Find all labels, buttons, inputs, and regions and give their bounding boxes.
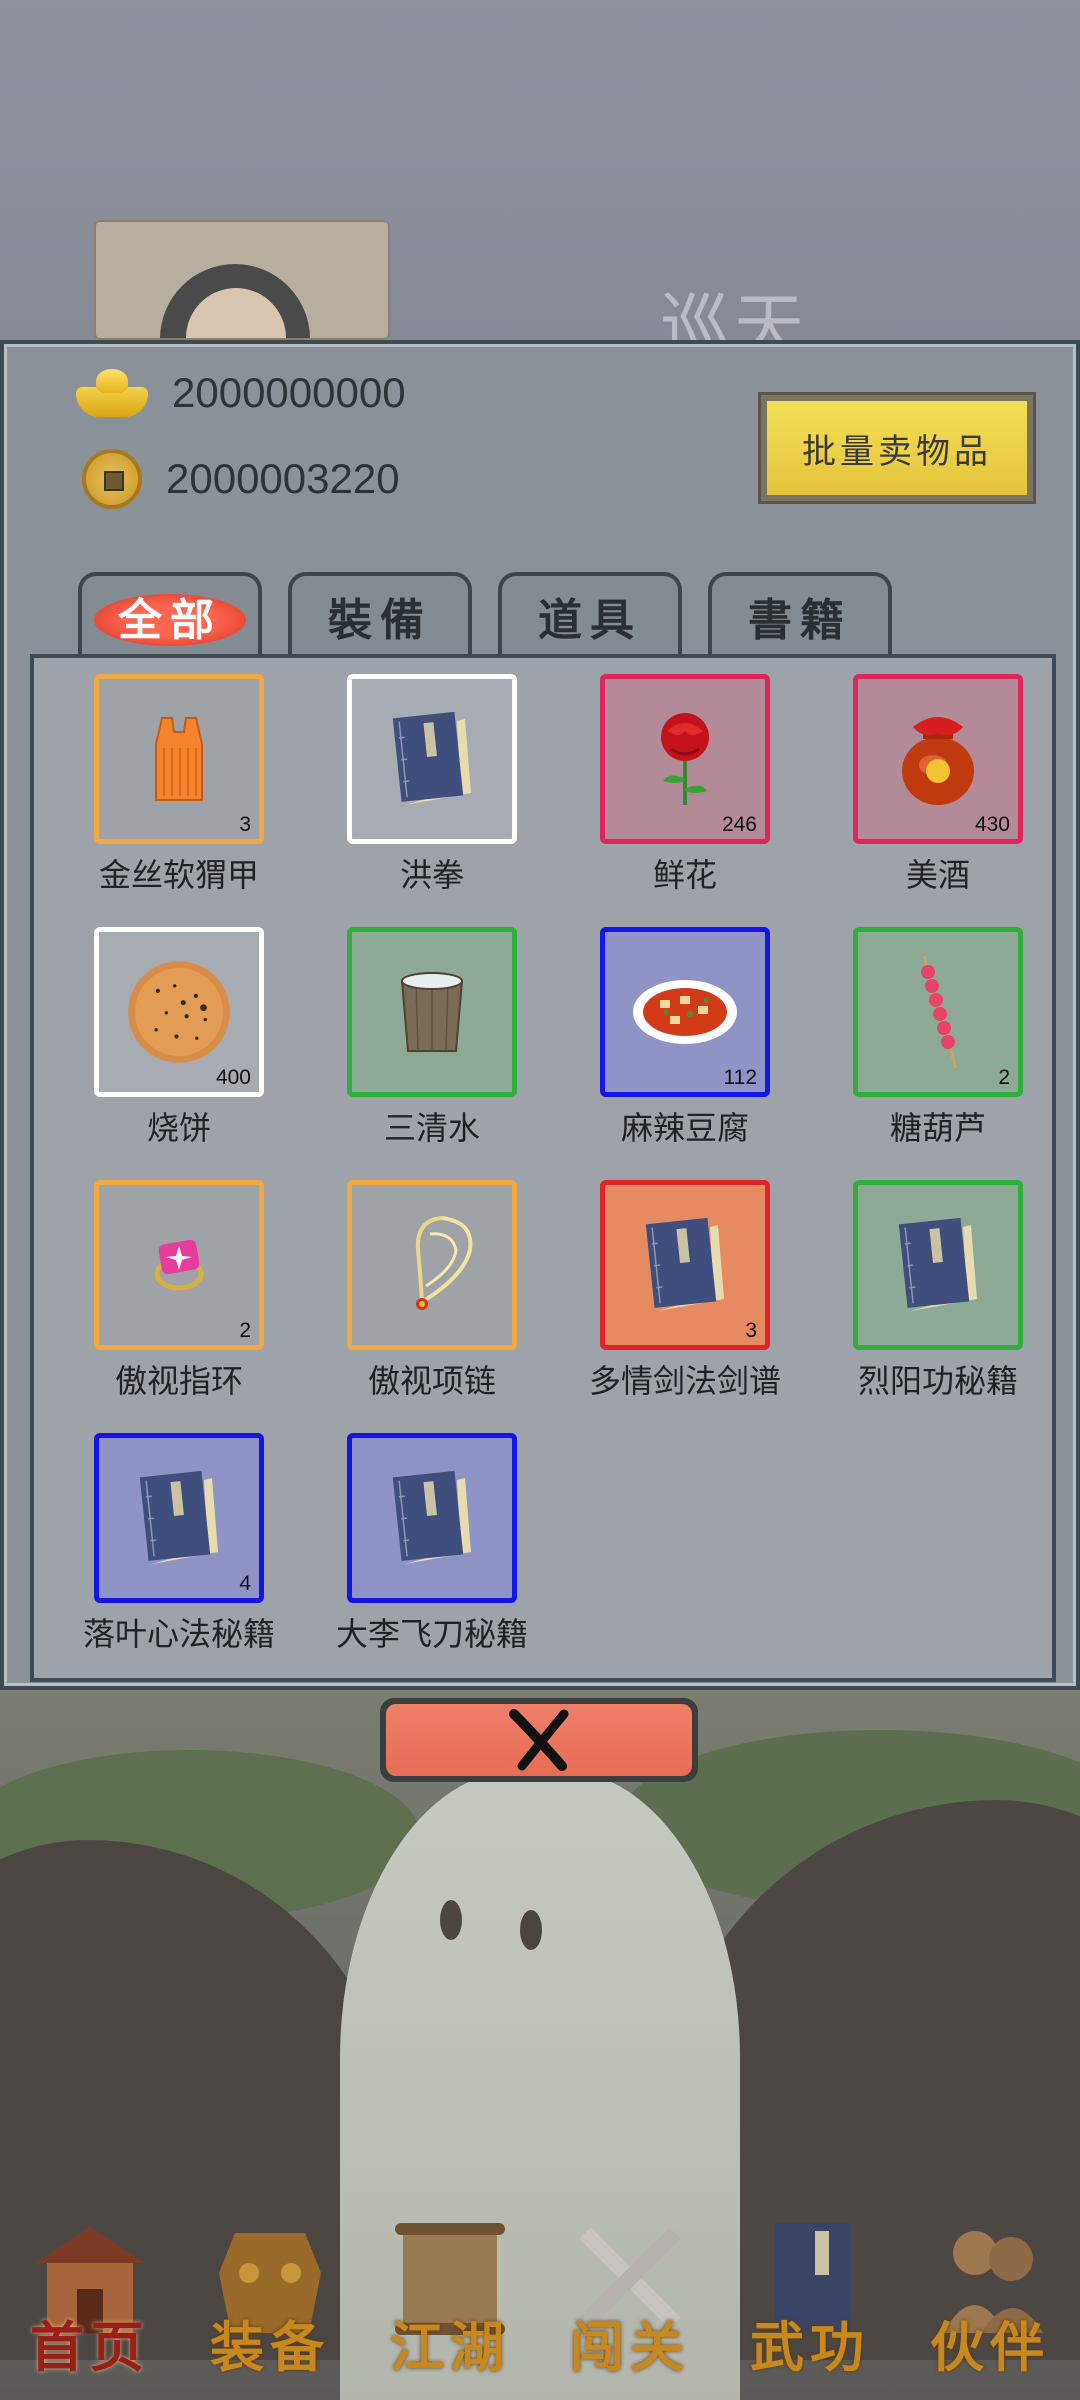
book-icon <box>377 1463 487 1573</box>
item-name: 烈阳功秘籍 <box>857 1362 1018 1400</box>
item-mapo-tofu[interactable]: 112 麻辣豆腐 <box>585 927 785 1149</box>
gold-ingot-value: 2000000000 <box>172 369 406 416</box>
item-name: 落叶心法秘籍 <box>82 1615 275 1653</box>
copper-coin-row: 2000003220 <box>76 444 400 514</box>
item-slot <box>347 1180 517 1350</box>
armor-vest-icon <box>124 704 234 814</box>
nav-martial-arts[interactable]: 武功 <box>730 2182 890 2382</box>
item-sanqing-water[interactable]: 三清水 <box>332 927 532 1149</box>
candied-haws-icon <box>883 955 993 1069</box>
ring-icon <box>124 1210 234 1320</box>
item-flower[interactable]: 246 鲜花 <box>585 674 785 896</box>
nav-equipment[interactable]: 装备 <box>190 2182 350 2382</box>
item-armor-vest[interactable]: 3 金丝软猬甲 <box>79 674 279 896</box>
item-slot <box>853 1180 1023 1350</box>
item-slot: 430 <box>853 674 1023 844</box>
book-icon <box>124 1463 234 1573</box>
item-duoqing-sword-manual[interactable]: 3 多情剑法剑谱 <box>585 1180 785 1402</box>
water-bucket-icon <box>377 957 487 1067</box>
copper-coin-value: 2000003220 <box>166 455 400 502</box>
book-icon <box>883 1210 993 1320</box>
nav-jianghu[interactable]: 江湖 <box>370 2182 530 2382</box>
item-name: 三清水 <box>383 1109 480 1147</box>
item-slot: 2 <box>853 927 1023 1097</box>
nav-partners[interactable]: 伙伴 <box>910 2182 1070 2382</box>
item-count: 400 <box>215 1066 251 1089</box>
item-slot: 3 <box>94 674 264 844</box>
nav-challenge[interactable]: 闯关 <box>550 2182 710 2382</box>
tofu-dish-icon <box>630 957 740 1067</box>
tab-props[interactable]: 道具 <box>498 572 682 656</box>
book-icon <box>630 1210 740 1320</box>
item-aoshi-ring[interactable]: 2 傲视指环 <box>79 1180 279 1402</box>
item-count: 3 <box>745 1319 757 1342</box>
item-count: 3 <box>239 813 251 836</box>
copper-coin-icon <box>82 449 142 509</box>
item-slot: 400 <box>94 927 264 1097</box>
item-name: 洪拳 <box>399 856 464 894</box>
nav-home[interactable]: 首页 <box>10 2182 170 2382</box>
item-candied-haws[interactable]: 2 糖葫芦 <box>838 927 1038 1149</box>
item-luoye-manual[interactable]: 4 落叶心法秘籍 <box>79 1433 279 1655</box>
item-hongquan[interactable]: 洪拳 <box>332 674 532 896</box>
item-slot: 4 <box>94 1433 264 1603</box>
bulk-sell-button[interactable]: 批量卖物品 <box>758 392 1036 504</box>
item-name: 鲜花 <box>652 856 717 894</box>
item-grid: 3 金丝软猬甲 洪拳 246 鲜花 430 美酒 400 烧饼 三清水 112 … <box>30 654 1056 1682</box>
tab-all[interactable]: 全部 <box>78 572 262 656</box>
item-name: 麻辣豆腐 <box>620 1109 749 1147</box>
item-name: 糖葫芦 <box>889 1109 986 1147</box>
book-icon <box>377 704 487 814</box>
item-name: 烧饼 <box>146 1109 211 1147</box>
item-count: 246 <box>721 813 757 836</box>
item-slot <box>347 674 517 844</box>
wine-jar-icon <box>883 704 993 814</box>
item-slot <box>347 927 517 1097</box>
gold-ingot-row: 2000000000 <box>76 358 406 428</box>
necklace-icon <box>377 1210 487 1320</box>
close-icon <box>509 1709 569 1771</box>
rose-icon <box>630 704 740 814</box>
item-slot: 112 <box>600 927 770 1097</box>
item-count: 4 <box>239 1572 251 1595</box>
bulk-sell-label: 批量卖物品 <box>767 401 1027 495</box>
inventory-tabs: 全部 裝備 道具 書籍 <box>78 572 892 656</box>
tab-equipment[interactable]: 裝備 <box>288 572 472 656</box>
item-aoshi-necklace[interactable]: 傲视项链 <box>332 1180 532 1402</box>
inventory-panel: 2000000000 2000003220 批量卖物品 全部 裝備 道具 書籍 <box>0 340 1080 1690</box>
item-wine[interactable]: 430 美酒 <box>838 674 1038 896</box>
item-flatbread[interactable]: 400 烧饼 <box>79 927 279 1149</box>
item-slot: 246 <box>600 674 770 844</box>
item-name: 傲视项链 <box>367 1362 496 1400</box>
item-name: 傲视指环 <box>114 1362 243 1400</box>
item-name: 多情剑法剑谱 <box>588 1362 781 1400</box>
bottom-nav: 首页 装备 江湖 闯关 武功 伙伴 <box>0 2170 1080 2400</box>
scene-background-top: 巡天 <box>0 0 1080 367</box>
item-count: 430 <box>974 813 1010 836</box>
close-button[interactable] <box>380 1698 698 1782</box>
character-portrait <box>94 220 390 340</box>
item-name: 大李飞刀秘籍 <box>335 1615 528 1653</box>
flatbread-icon <box>124 957 234 1067</box>
item-name: 金丝软猬甲 <box>98 856 259 894</box>
item-count: 2 <box>998 1066 1010 1089</box>
item-count: 2 <box>239 1319 251 1342</box>
gold-ingot-icon <box>76 369 148 417</box>
tab-books[interactable]: 書籍 <box>708 572 892 656</box>
item-dali-knife-manual[interactable]: 大李飞刀秘籍 <box>332 1433 532 1655</box>
item-slot: 2 <box>94 1180 264 1350</box>
item-slot <box>347 1433 517 1603</box>
item-count: 112 <box>723 1066 757 1089</box>
item-slot: 3 <box>600 1180 770 1350</box>
item-name: 美酒 <box>905 856 970 894</box>
item-lieyang-manual[interactable]: 烈阳功秘籍 <box>838 1180 1038 1402</box>
